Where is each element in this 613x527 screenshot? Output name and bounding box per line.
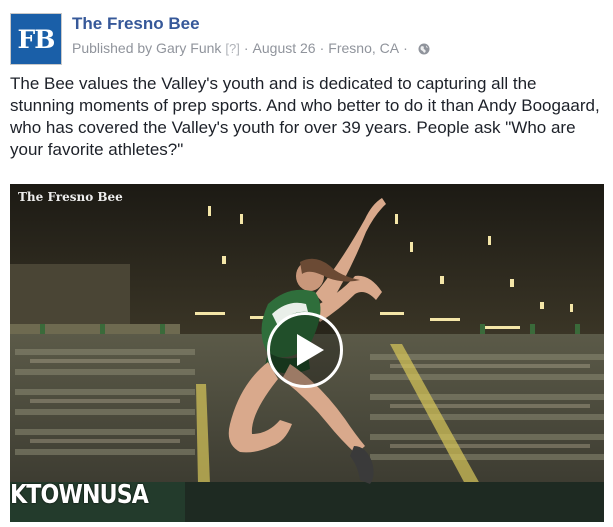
globe-icon[interactable] <box>418 42 430 55</box>
published-by[interactable]: Published by Gary Funk <box>72 40 221 56</box>
video-player[interactable]: The Fresno Bee KTOWNUSA <box>10 184 604 522</box>
page-avatar[interactable]: FB <box>10 13 62 65</box>
stadium-signage: KTOWNUSA <box>10 480 149 510</box>
help-marker[interactable]: [?] <box>225 41 239 56</box>
play-icon[interactable] <box>297 334 324 366</box>
post-text: The Bee values the Valley's youth and is… <box>10 74 600 159</box>
separator: · <box>243 40 249 56</box>
video-watermark: The Fresno Bee <box>18 190 123 204</box>
page-name-link[interactable]: The Fresno Bee <box>72 14 200 34</box>
separator: · <box>403 40 408 56</box>
play-button[interactable] <box>267 312 343 388</box>
post-location[interactable]: Fresno, CA <box>328 40 399 56</box>
post-date[interactable]: August 26 <box>253 40 316 56</box>
separator: · <box>319 40 325 56</box>
post-meta: Published by Gary Funk [?] · August 26 ·… <box>72 40 430 56</box>
facebook-post: FB The Fresno Bee Published by Gary Funk… <box>0 0 613 527</box>
page-logo-text: FB <box>17 24 56 54</box>
